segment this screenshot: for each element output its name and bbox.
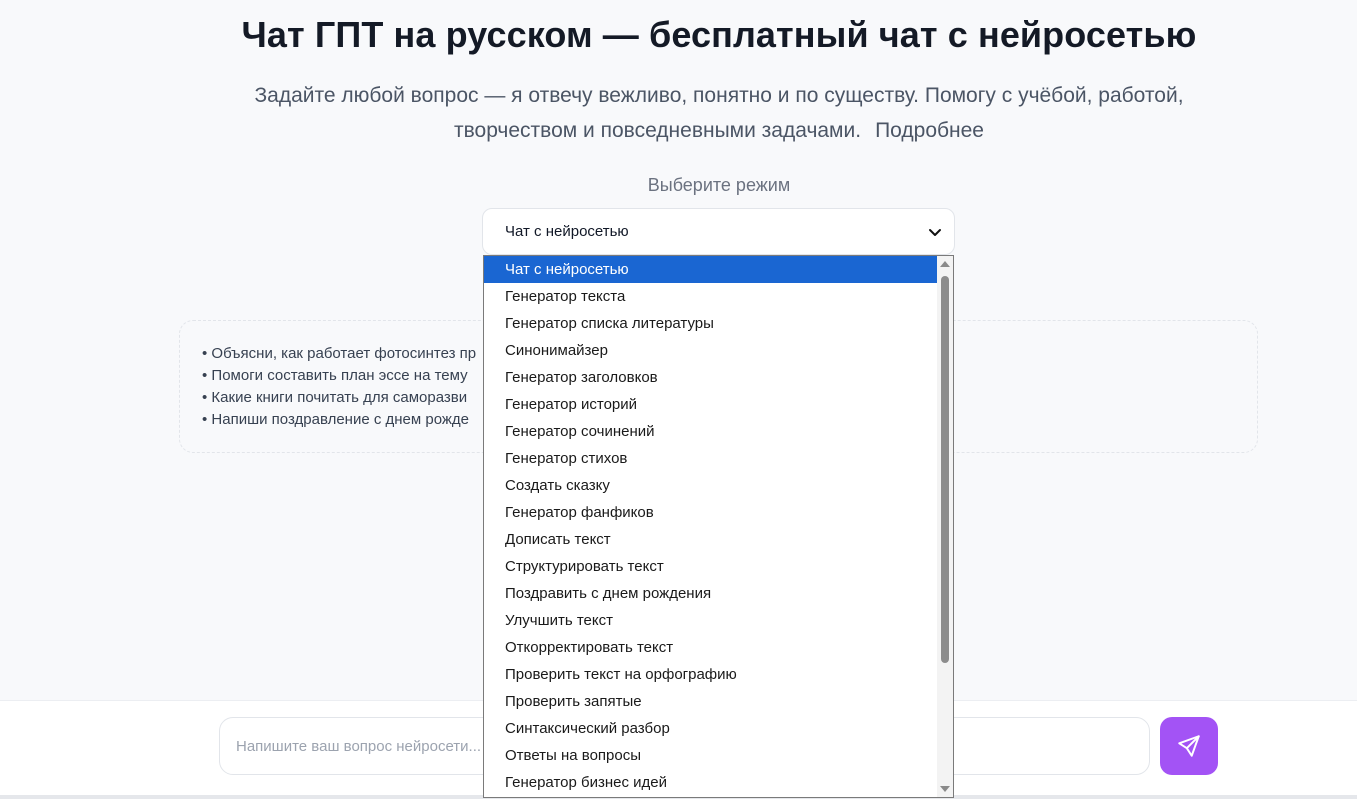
- mode-option[interactable]: Проверить запятые: [484, 688, 937, 715]
- mode-select-value: Чат с нейросетью: [505, 223, 629, 240]
- mode-option[interactable]: Дописать текст: [484, 526, 937, 553]
- send-button[interactable]: [1160, 717, 1218, 775]
- page: Чат ГПТ на русском — бесплатный чат с не…: [0, 0, 1357, 799]
- scroll-up-icon[interactable]: [940, 261, 950, 267]
- mode-option[interactable]: Генератор сочинений: [484, 418, 937, 445]
- dropdown-scrollbar[interactable]: [937, 256, 953, 797]
- mode-option[interactable]: Генератор стихов: [484, 445, 937, 472]
- mode-option[interactable]: Чат с нейросетью: [484, 256, 937, 283]
- mode-option[interactable]: Создать сказку: [484, 472, 937, 499]
- mode-option[interactable]: Синтаксический разбор: [484, 715, 937, 742]
- mode-option[interactable]: Генератор текста: [484, 283, 937, 310]
- page-title: Чат ГПТ на русском — бесплатный чат с не…: [241, 14, 1197, 55]
- mode-option[interactable]: Откорректировать текст: [484, 634, 937, 661]
- mode-dropdown-list[interactable]: Чат с нейросетью Генератор текста Генера…: [483, 255, 954, 798]
- scroll-thumb[interactable]: [941, 276, 949, 663]
- mode-option[interactable]: Синонимайзер: [484, 337, 937, 364]
- mode-option[interactable]: Поздравить с днем рождения: [484, 580, 937, 607]
- mode-option[interactable]: Структурировать текст: [484, 553, 937, 580]
- send-icon: [1178, 735, 1200, 757]
- more-link[interactable]: Подробнее: [875, 119, 984, 142]
- scroll-down-icon[interactable]: [940, 786, 950, 792]
- subtitle-text: Задайте любой вопрос — я отвечу вежливо,…: [254, 84, 1184, 142]
- mode-option[interactable]: Генератор бизнес идей: [484, 769, 937, 796]
- mode-option[interactable]: Ответы на вопросы: [484, 742, 937, 769]
- mode-option[interactable]: Генератор историй: [484, 391, 937, 418]
- chevron-down-icon: [929, 228, 941, 236]
- mode-label: Выберите режим: [647, 175, 791, 195]
- mode-option[interactable]: Проверить текст на орфографию: [484, 661, 937, 688]
- mode-option[interactable]: Генератор фанфиков: [484, 499, 937, 526]
- page-subtitle: Задайте любой вопрос — я отвечу вежливо,…: [200, 78, 1238, 148]
- mode-option[interactable]: Генератор заголовков: [484, 364, 937, 391]
- mode-select[interactable]: Чат с нейросетью: [482, 208, 955, 255]
- mode-option[interactable]: Улучшить текст: [484, 607, 937, 634]
- mode-option[interactable]: Генератор списка литературы: [484, 310, 937, 337]
